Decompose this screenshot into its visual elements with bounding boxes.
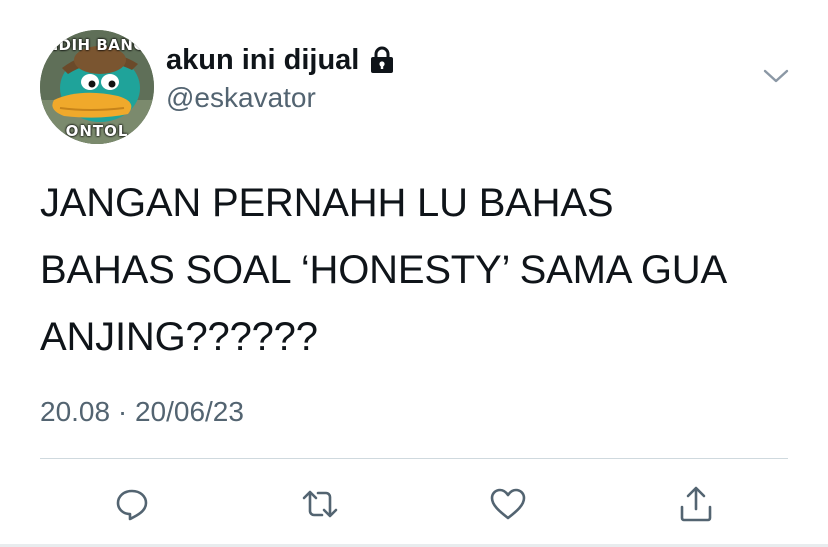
display-name[interactable]: akun ini dijual [166,44,359,77]
chevron-down-icon[interactable] [762,66,790,86]
lock-icon [369,45,395,75]
speech-bubble-icon [116,489,148,521]
reply-button[interactable] [112,484,152,524]
divider [40,458,788,459]
display-name-row[interactable]: akun ini dijual [166,40,395,80]
retweet-icon [302,490,338,518]
heart-icon [490,488,526,520]
tweet-card: ƎDIH BANG ONTOL akun ini dijual @eskavat… [0,0,828,547]
tweet-timestamp[interactable]: 20.08 · 20/06/23 [40,396,244,428]
share-icon [680,486,712,522]
retweet-button[interactable] [300,484,340,524]
user-handle[interactable]: @eskavator [166,82,316,114]
avatar-caption-bottom: ONTOL [65,122,129,140]
like-button[interactable] [488,484,528,524]
tweet-text: JANGAN PERNAHH LU BAHAS BAHAS SOAL ‘HONE… [40,181,727,359]
share-button[interactable] [676,484,716,524]
avatar-caption-top: ƎDIH BANG [47,36,147,54]
avatar[interactable]: ƎDIH BANG ONTOL [40,30,154,144]
